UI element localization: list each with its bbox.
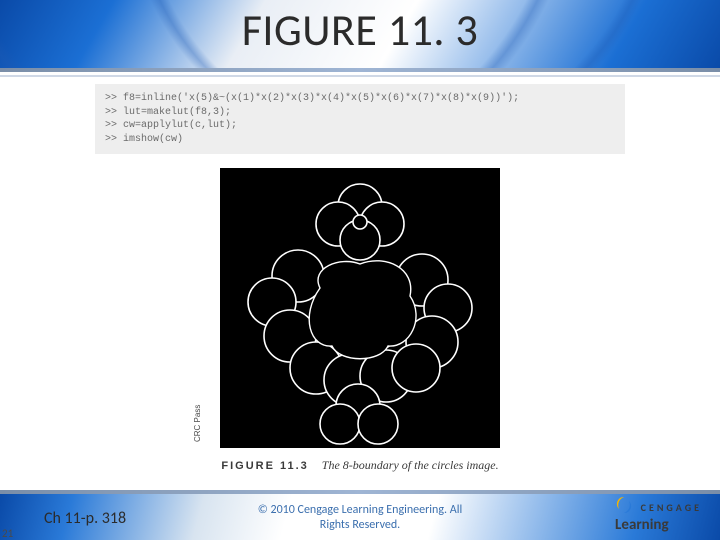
copyright-line-1: © 2010 Cengage Learning Engineering. All [258,503,462,517]
boundary-circles-svg [220,168,500,448]
code-line: >> lut=makelut(f8,3); [105,107,231,118]
header-separator-2 [0,75,720,77]
figure-caption: FIGURE 11.3 The 8-boundary of the circle… [210,458,510,473]
code-line: >> f8=inline('x(5)&~(x(1)*x(2)*x(3)*x(4)… [105,93,519,104]
code-block: >> f8=inline('x(5)&~(x(1)*x(2)*x(3)*x(4)… [95,84,625,154]
copyright-text: © 2010 Cengage Learning Engineering. All… [0,503,720,532]
copyright-line-2: Rights Reserved. [320,518,400,532]
figure-container: CRC Pass [210,168,510,473]
brand-name-bottom: Learning [615,516,669,534]
brand-name-top: CENGAGE [641,501,702,514]
figure-side-label: CRC Pass [193,405,202,442]
code-line: >> imshow(cw) [105,134,183,145]
figure-number: FIGURE 11.3 [221,460,308,472]
code-line: >> cw=applylut(c,lut); [105,120,237,131]
brand-logo: CENGAGE Learning [615,496,702,532]
content-area: >> f8=inline('x(5)&~(x(1)*x(2)*x(3)*x(4)… [0,80,720,490]
page-title: FIGURE 11. 3 [0,0,720,60]
header-separator-1 [0,68,720,72]
figure-description: The 8-boundary of the circles image. [322,458,499,472]
figure-image [220,168,500,448]
